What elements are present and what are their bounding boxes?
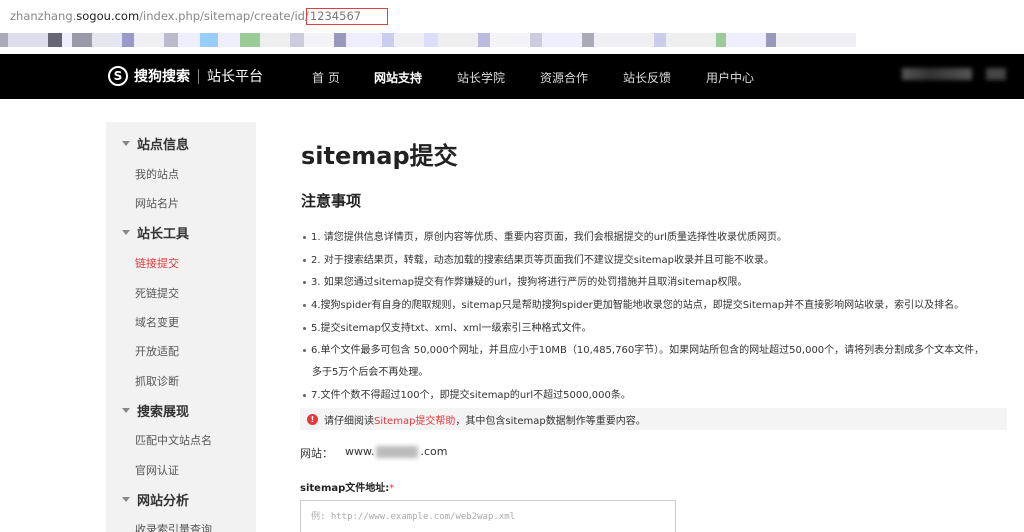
nav-user-center[interactable]: 用户中心 xyxy=(706,69,754,86)
sidebar-item-index-query[interactable]: 收录索引量查询 xyxy=(135,521,212,532)
nav-webmaster-academy[interactable]: 站长学院 xyxy=(457,69,505,86)
url-host: sogou.com xyxy=(76,9,140,23)
sidebar-item-my-sites[interactable]: 我的站点 xyxy=(135,166,179,182)
note-item: 7.文件个数不得超过100个，即提交sitemap的url不超过5000,000… xyxy=(303,386,631,401)
sidebar-section-label: 站点信息 xyxy=(137,138,190,153)
sitemap-url-input[interactable] xyxy=(300,500,676,532)
site-domain-redacted xyxy=(376,446,419,458)
sidebar-item-match-site-name[interactable]: 匹配中文站点名 xyxy=(135,432,212,448)
collapse-triangle-icon xyxy=(122,230,130,235)
sidebar-item-official-verify[interactable]: 官网认证 xyxy=(135,462,179,478)
nav-resource-cooperation[interactable]: 资源合作 xyxy=(540,69,588,86)
bullet-icon xyxy=(303,258,306,262)
url-id-highlight: 1234567 xyxy=(305,8,389,25)
sidebar-item-link-submit[interactable]: 链接提交 xyxy=(135,255,179,271)
sidebar-section-search-display[interactable]: 搜索展现 xyxy=(122,401,189,420)
nav-site-support[interactable]: 网站支持 xyxy=(374,69,422,86)
warn-suffix: ，其中包含sitemap数据制作等重要内容。 xyxy=(455,415,646,427)
bullet-icon xyxy=(303,326,306,330)
note-item-continuation: 多于5万个后会不再处理。 xyxy=(312,367,429,378)
url-path: /index.php/sitemap/create/id/ xyxy=(139,9,309,23)
sidebar: 站点信息 我的站点 网站名片 站长工具 链接提交 死链提交 域名变更 开放适配 … xyxy=(106,122,256,532)
page-title: sitemap提交 xyxy=(301,142,458,170)
sidebar-item-open-adapt[interactable]: 开放适配 xyxy=(135,343,179,359)
url-prefix: zhanzhang. xyxy=(10,9,77,23)
bullet-icon xyxy=(303,235,306,239)
note-item: 1. 请您提供信息详情页，原创内容等优质、重要内容页面，我们会根据提交的url质… xyxy=(303,228,787,243)
site-value: www. .com xyxy=(345,445,448,458)
user-menu-redacted[interactable] xyxy=(986,68,1006,80)
bookmarks-bar xyxy=(0,33,1024,47)
sogou-logo[interactable]: S 搜狗搜索 站长平台 xyxy=(108,66,263,86)
sidebar-section-label: 搜索展现 xyxy=(137,405,190,420)
sitemap-help-link[interactable]: Sitemap提交帮助 xyxy=(374,412,455,427)
collapse-triangle-icon xyxy=(122,497,130,502)
bullet-icon xyxy=(303,348,306,352)
note-item: 6.单个文件最多可包含 50,000个网址，并且应小于10MB（10,485,7… xyxy=(303,341,984,356)
site-label: 网站： xyxy=(300,447,333,460)
sidebar-item-site-card[interactable]: 网站名片 xyxy=(135,195,179,211)
collapse-triangle-icon xyxy=(122,141,130,146)
sidebar-item-domain-change[interactable]: 域名变更 xyxy=(135,314,179,330)
logo-subtitle: 站长平台 xyxy=(207,69,263,85)
required-asterisk: * xyxy=(389,483,395,494)
logo-text: 搜狗搜索 xyxy=(134,69,190,85)
sogou-s-icon: S xyxy=(108,66,128,86)
help-warning-bar: ! 请仔细阅读 Sitemap提交帮助 ，其中包含sitemap数据制作等重要内容。 xyxy=(300,408,1007,430)
top-navigation: S 搜狗搜索 站长平台 首 页 网站支持 站长学院 资源合作 站长反馈 用户中心 xyxy=(0,54,1024,99)
note-item: 4.搜狗spider有自身的爬取规则，sitemap只是帮助搜狗spider更加… xyxy=(303,296,964,311)
note-item: 2. 对于搜索结果页，转载，动态加载的搜索结果页等页面我们不建议提交sitema… xyxy=(303,251,774,266)
bullet-icon xyxy=(303,280,306,284)
note-item: 5.提交sitemap仅支持txt、xml、xml一级索引三种格式文件。 xyxy=(303,319,591,334)
username-redacted[interactable] xyxy=(902,68,972,80)
sitemap-url-label: sitemap文件地址:* xyxy=(300,483,395,494)
sidebar-section-tools[interactable]: 站长工具 xyxy=(122,223,189,242)
address-bar[interactable]: zhanzhang.sogou.com/index.php/sitemap/cr… xyxy=(0,0,1024,30)
bullet-icon xyxy=(303,303,306,307)
collapse-triangle-icon xyxy=(122,408,130,413)
warn-prefix: 请仔细阅读 xyxy=(324,415,374,427)
note-item: 3. 如果您通过sitemap提交有作弊嫌疑的url，搜狗将进行严厉的处罚措施并… xyxy=(303,273,748,288)
sidebar-section-label: 网站分析 xyxy=(137,494,190,509)
nav-feedback[interactable]: 站长反馈 xyxy=(623,69,671,86)
url-text[interactable]: zhanzhang.sogou.com/index.php/sitemap/cr… xyxy=(10,8,389,25)
logo-divider xyxy=(198,68,199,84)
sidebar-section-site-analysis[interactable]: 网站分析 xyxy=(122,490,189,509)
sidebar-section-label: 站长工具 xyxy=(137,227,190,242)
nav-home[interactable]: 首 页 xyxy=(312,69,340,86)
sidebar-item-dead-link-submit[interactable]: 死链提交 xyxy=(135,285,179,301)
sidebar-section-site-info[interactable]: 站点信息 xyxy=(122,134,189,153)
bullet-icon xyxy=(303,393,306,397)
sidebar-item-crawl-diagnosis[interactable]: 抓取诊断 xyxy=(135,373,179,389)
notes-heading: 注意事项 xyxy=(301,192,362,210)
exclamation-icon: ! xyxy=(307,413,318,425)
